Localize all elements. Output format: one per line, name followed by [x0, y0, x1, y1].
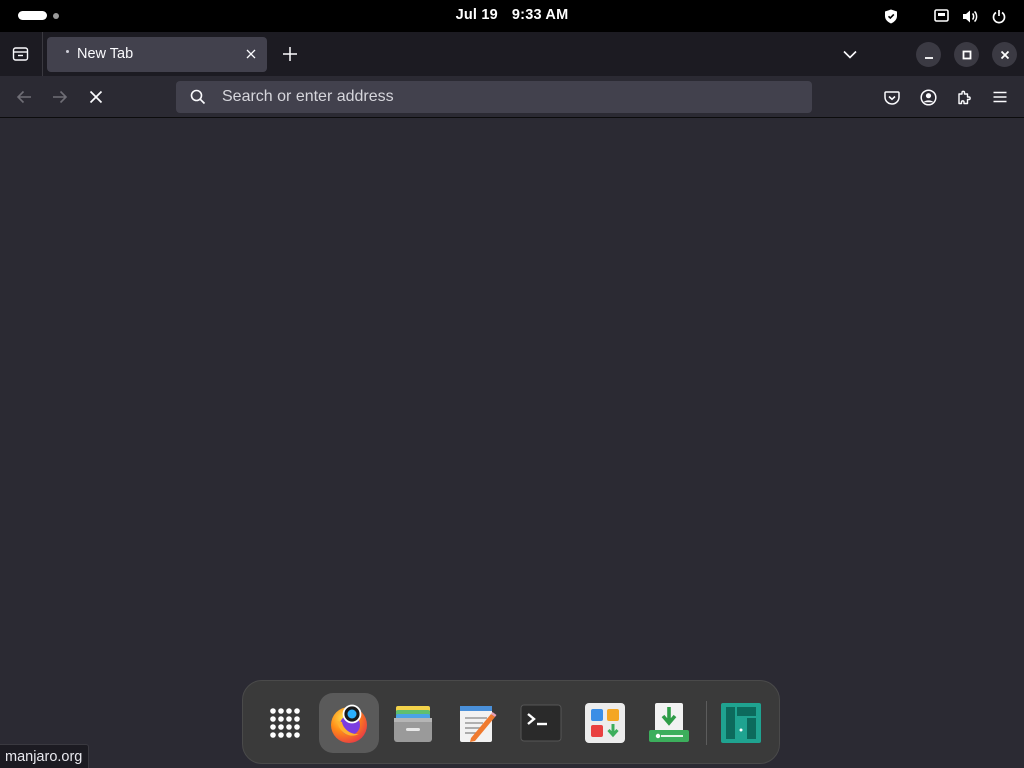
forward-arrow-icon: [53, 90, 68, 104]
account-icon: [919, 88, 937, 106]
network-wired-icon[interactable]: [932, 7, 950, 25]
power-icon[interactable]: [990, 7, 1008, 25]
files-icon: [394, 706, 432, 742]
clock-date: Jul 19: [455, 7, 498, 23]
app-menu-button[interactable]: [988, 85, 1012, 109]
back-button[interactable]: [12, 85, 36, 109]
plus-icon: [283, 47, 297, 61]
forward-button[interactable]: [48, 85, 72, 109]
close-icon: [246, 49, 256, 59]
account-button[interactable]: [916, 85, 940, 109]
page-content[interactable]: [0, 118, 1024, 768]
status-panel: manjaro.org: [0, 744, 90, 768]
close-icon: [1000, 50, 1009, 59]
pocket-icon: [884, 90, 900, 105]
dock-item-files[interactable]: [383, 693, 443, 753]
navigation-toolbar: [0, 76, 1024, 118]
dock-item-manjaro[interactable]: [711, 693, 771, 753]
new-tab-button[interactable]: [280, 44, 300, 64]
manjaro-icon: [721, 703, 761, 743]
hamburger-menu-icon: [993, 91, 1007, 103]
top-bar: Jul 19 9:33 AM: [0, 0, 1024, 32]
url-bar[interactable]: [176, 81, 812, 113]
tab-separator: [42, 32, 43, 76]
firefox-icon: [331, 704, 367, 743]
text-editor-icon: [460, 706, 497, 742]
dock-item-terminal[interactable]: [511, 693, 571, 753]
dock-item-show-applications[interactable]: [255, 693, 315, 753]
app-grid-icon: [270, 708, 300, 738]
stop-button[interactable]: [84, 85, 108, 109]
window-close-button[interactable]: [992, 42, 1017, 67]
search-icon: [190, 89, 206, 105]
clock[interactable]: Jul 19 9:33 AM: [0, 7, 1024, 23]
dock-item-installer[interactable]: [639, 693, 699, 753]
dock-item-text-editor[interactable]: [447, 693, 507, 753]
list-all-tabs-button[interactable]: [840, 44, 860, 64]
terminal-icon: [520, 704, 562, 742]
dock-item-firefox[interactable]: [319, 693, 379, 753]
firefox-view-button[interactable]: [8, 42, 32, 66]
tab-bar: New Tab: [0, 32, 1024, 76]
firefox-view-icon: [12, 47, 28, 61]
maximize-button[interactable]: [954, 42, 979, 67]
dock-item-software[interactable]: [575, 693, 635, 753]
tab-close-button[interactable]: [243, 46, 259, 62]
volume-icon[interactable]: [961, 7, 979, 25]
minimize-button[interactable]: [916, 42, 941, 67]
back-arrow-icon: [16, 90, 31, 104]
tab-loading-indicator: [66, 50, 69, 53]
stop-icon: [89, 90, 103, 104]
software-icon: [585, 703, 625, 743]
extensions-icon: [957, 90, 971, 104]
pocket-button[interactable]: [880, 85, 904, 109]
extensions-button[interactable]: [952, 85, 976, 109]
address-input[interactable]: [222, 81, 782, 113]
dock-separator: [706, 701, 707, 745]
maximize-icon: [962, 50, 971, 59]
tab-new-tab[interactable]: New Tab: [47, 37, 267, 72]
chevron-down-icon: [843, 50, 857, 59]
tab-title: New Tab: [77, 46, 134, 62]
system-tray[interactable]: [882, 7, 1008, 25]
installer-icon: [649, 703, 689, 742]
clock-time: 9:33 AM: [511, 7, 569, 23]
dock: [242, 680, 780, 764]
minimize-icon: [924, 56, 933, 59]
shield-icon[interactable]: [882, 7, 900, 25]
